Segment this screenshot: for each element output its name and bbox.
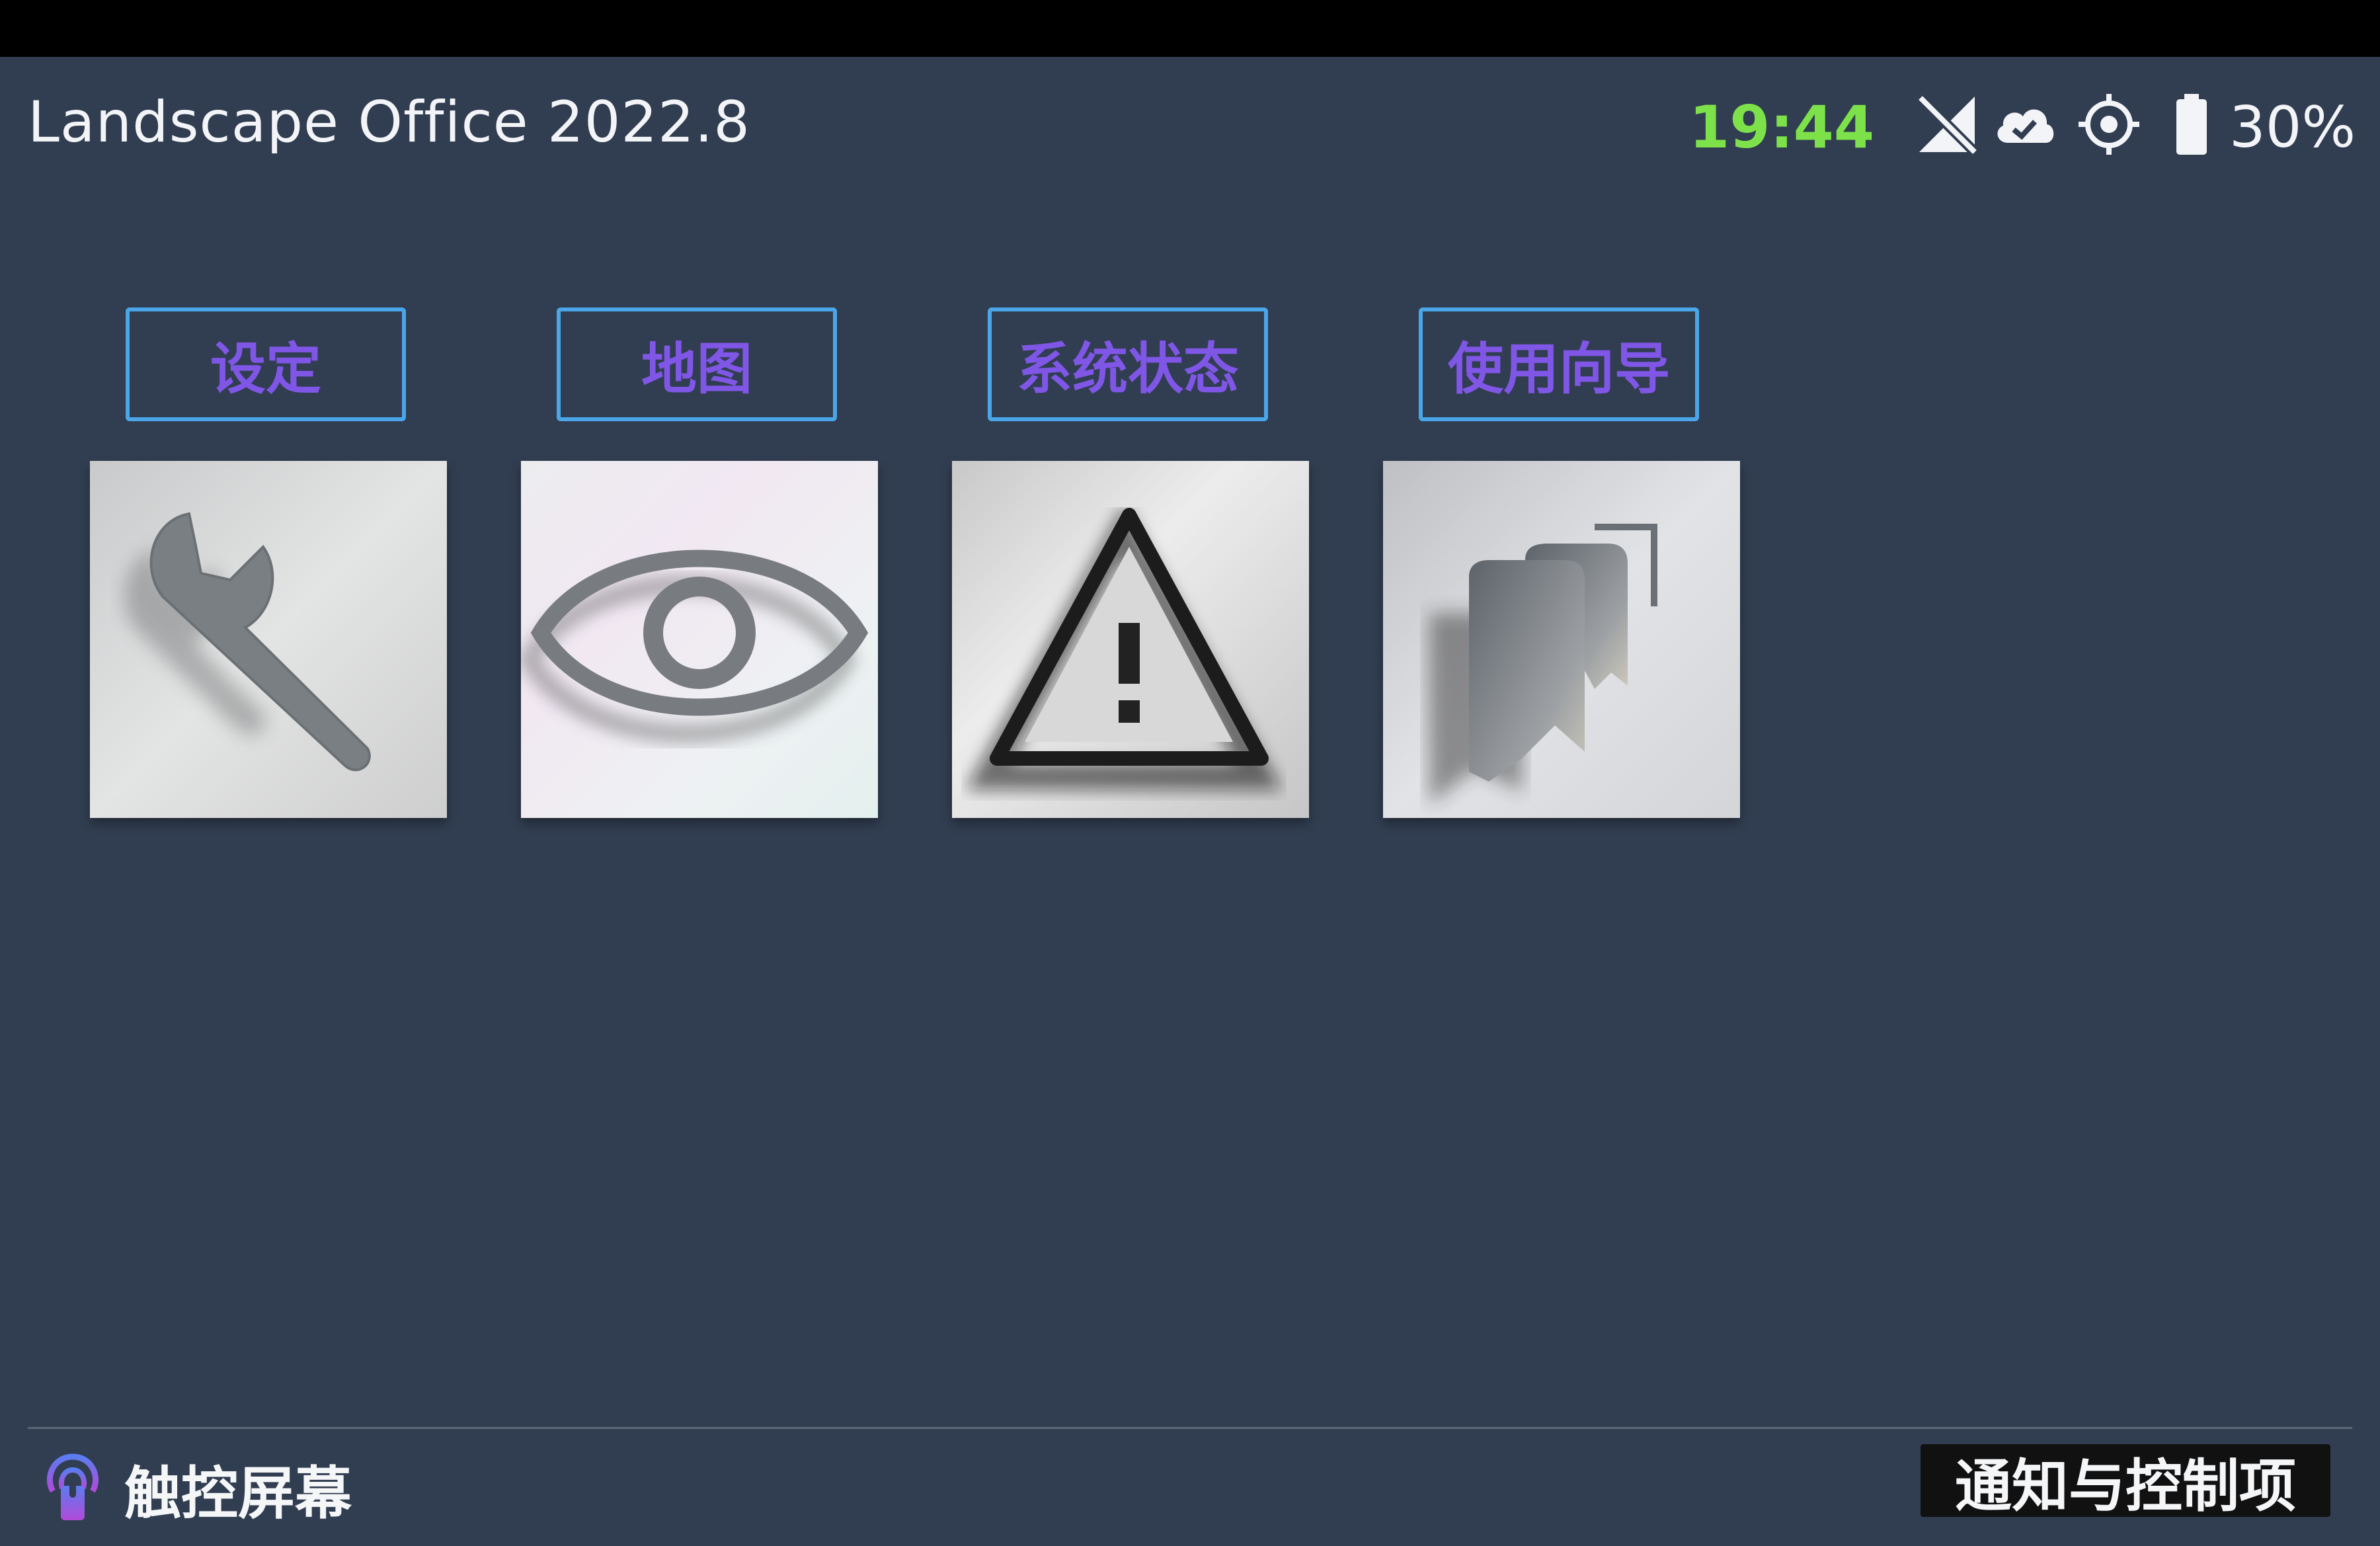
- gps-target-icon: [2076, 91, 2142, 157]
- bottom-divider: [28, 1427, 2352, 1429]
- app-title: Landscape Office 2022.8: [28, 89, 750, 155]
- signal-off-icon: [1914, 91, 1980, 157]
- touch-screen-control[interactable]: 触控屏幕: [40, 1442, 352, 1534]
- touch-screen-icon: [47, 1453, 99, 1520]
- status-clock: 19:44: [1689, 93, 1875, 161]
- touch-screen-label: 触控屏幕: [124, 1460, 352, 1527]
- system-top-bar: [0, 0, 2380, 57]
- system-status-tile[interactable]: [952, 461, 1309, 818]
- tile-label-guide[interactable]: 使用向导: [1419, 307, 1699, 421]
- settings-tile[interactable]: [90, 461, 447, 818]
- map-tile[interactable]: [521, 461, 878, 818]
- notifications-controls-button[interactable]: 通知与控制项: [1921, 1444, 2330, 1520]
- warning-icon: [952, 461, 1309, 818]
- battery-percent: 30%: [2229, 95, 2356, 161]
- battery-icon: [2162, 91, 2221, 157]
- wrench-icon: [90, 461, 447, 818]
- guide-tile[interactable]: [1383, 461, 1740, 818]
- tile-label-settings[interactable]: 设定: [126, 307, 406, 421]
- guide-flags-icon: [1383, 461, 1740, 818]
- tile-label-map[interactable]: 地图: [557, 307, 837, 421]
- eye-icon: [521, 461, 878, 818]
- cloud-check-icon: [1991, 91, 2057, 157]
- tile-label-system-status[interactable]: 系统状态: [988, 307, 1268, 421]
